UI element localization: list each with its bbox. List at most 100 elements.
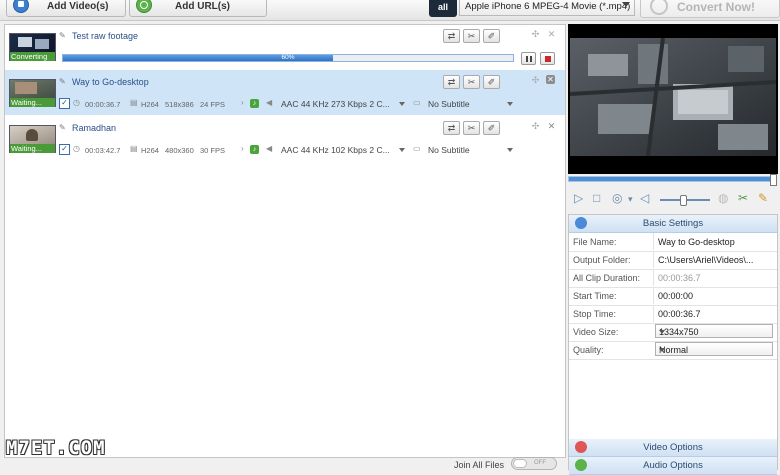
resolution: 480x360 bbox=[165, 146, 194, 155]
subtitle-select[interactable]: No Subtitle bbox=[428, 99, 470, 109]
audio-options-header[interactable]: Audio Options bbox=[569, 457, 777, 475]
effects-wand-icon[interactable]: ✐ bbox=[483, 75, 500, 89]
join-all-files-toggle[interactable]: OFF bbox=[511, 457, 557, 470]
file-row[interactable]: Waiting... ✎ Ramadhan ⇄ ✂ ✐ ✣ ✕ ✓ ◷ 00:0… bbox=[5, 116, 565, 161]
cut-icon[interactable]: ✂ bbox=[738, 191, 748, 205]
start-time-field[interactable]: 00:00:00 bbox=[653, 287, 775, 304]
subtitle-icon: ▭ bbox=[413, 98, 421, 107]
effects-wand-icon[interactable]: ✐ bbox=[483, 121, 500, 135]
add-urls-button[interactable]: Add URL(s) bbox=[129, 0, 267, 17]
speaker-icon: ◀ bbox=[266, 98, 273, 107]
video-codec: H264 bbox=[141, 146, 159, 155]
wrench-icon[interactable]: ✎ bbox=[758, 191, 768, 205]
file-list: Converting ✎ Test raw footage ⇄ ✂ ✐ ✣ ✕ … bbox=[4, 24, 566, 458]
stop-button[interactable] bbox=[540, 52, 555, 65]
effects-wand-icon[interactable]: ✐ bbox=[483, 29, 500, 43]
seek-handle[interactable] bbox=[770, 174, 777, 186]
output-folder-field[interactable]: C:\Users\Ariel\Videos\... bbox=[653, 251, 775, 268]
video-size-select[interactable]: 1334x750 bbox=[655, 324, 773, 338]
snapshot-icon[interactable]: ◎ bbox=[612, 191, 622, 205]
basic-settings-header[interactable]: Basic Settings bbox=[569, 215, 777, 233]
setting-row: Video Size: 1334x750 bbox=[569, 323, 777, 342]
convert-settings-icon[interactable]: ⇄ bbox=[443, 75, 460, 89]
add-videos-button[interactable]: Add Video(s) bbox=[6, 0, 126, 17]
scissors-icon[interactable]: ✂ bbox=[463, 29, 480, 43]
add-video-icon bbox=[13, 0, 29, 13]
chevron-down-icon[interactable]: ▾ bbox=[628, 194, 633, 205]
clock-icon: ◷ bbox=[73, 98, 80, 107]
setting-value: Way to Go-desktop bbox=[658, 237, 735, 247]
seek-bar[interactable] bbox=[568, 174, 777, 186]
close-icon[interactable]: ✕ bbox=[546, 75, 555, 84]
file-name-field[interactable]: Way to Go-desktop bbox=[653, 233, 775, 250]
progress-percent: 60% bbox=[281, 54, 295, 61]
arrow-right-icon: › bbox=[241, 98, 244, 107]
close-icon[interactable]: ✕ bbox=[547, 30, 556, 39]
file-name[interactable]: Test raw footage bbox=[72, 31, 138, 41]
seek-fill bbox=[569, 177, 775, 181]
conversion-progress-bar: 60% bbox=[62, 54, 514, 62]
rename-pencil-icon[interactable]: ✎ bbox=[59, 78, 66, 86]
setting-row: Stop Time: 00:00:36.7 bbox=[569, 305, 777, 324]
file-name[interactable]: Ramadhan bbox=[72, 123, 116, 133]
join-all-files-label: Join All Files bbox=[454, 460, 505, 470]
chevron-down-icon bbox=[659, 330, 665, 334]
include-checkbox[interactable]: ✓ bbox=[59, 98, 70, 109]
video-thumbnail: Converting bbox=[9, 33, 56, 61]
file-row[interactable]: Converting ✎ Test raw footage ⇄ ✂ ✐ ✣ ✕ … bbox=[5, 25, 565, 69]
pause-button[interactable] bbox=[521, 52, 536, 65]
subtitle-icon: ▭ bbox=[413, 144, 421, 153]
subtitle-select[interactable]: No Subtitle bbox=[428, 145, 470, 155]
file-name[interactable]: Way to Go-desktop bbox=[72, 77, 149, 87]
close-icon[interactable]: ✕ bbox=[547, 122, 556, 131]
audio-track-select[interactable]: AAC 44 KHz 273 Kbps 2 C... bbox=[281, 99, 390, 109]
chevron-down-icon[interactable] bbox=[399, 102, 405, 106]
play-icon[interactable]: ▷ bbox=[574, 191, 583, 205]
volume-icon[interactable]: ◁ bbox=[640, 191, 649, 205]
toggle-knob bbox=[513, 459, 527, 468]
scissors-icon[interactable]: ✂ bbox=[463, 75, 480, 89]
preview-frame bbox=[568, 24, 778, 174]
convert-settings-icon[interactable]: ⇄ bbox=[443, 29, 460, 43]
options-icon[interactable]: ✣ bbox=[531, 122, 540, 131]
audio-track-select[interactable]: AAC 44 KHz 102 Kbps 2 C... bbox=[281, 145, 390, 155]
convert-now-label: Convert Now! bbox=[677, 0, 755, 14]
setting-label: Quality: bbox=[573, 345, 604, 355]
clock-icon: ◷ bbox=[73, 144, 80, 153]
rename-pencil-icon[interactable]: ✎ bbox=[59, 124, 66, 132]
volume-handle[interactable] bbox=[680, 195, 687, 206]
quality-select[interactable]: Normal bbox=[655, 342, 773, 356]
include-checkbox[interactable]: ✓ bbox=[59, 144, 70, 155]
options-icon[interactable]: ✣ bbox=[531, 76, 540, 85]
stop-icon[interactable]: □ bbox=[593, 191, 600, 205]
setting-label: All Clip Duration: bbox=[573, 273, 641, 283]
options-icon[interactable]: ✣ bbox=[531, 30, 540, 39]
output-format-select[interactable]: Apple iPhone 6 MPEG-4 Movie (*.mp4) bbox=[459, 0, 635, 16]
settings-panel: Basic Settings File Name: Way to Go-desk… bbox=[568, 214, 778, 475]
video-preview[interactable] bbox=[568, 24, 778, 174]
convert-now-button[interactable]: Convert Now! bbox=[640, 0, 780, 18]
stop-time-field[interactable]: 00:00:36.7 bbox=[653, 305, 775, 322]
rename-pencil-icon[interactable]: ✎ bbox=[59, 32, 66, 40]
chevron-down-icon[interactable] bbox=[507, 148, 513, 152]
chevron-down-icon[interactable] bbox=[399, 148, 405, 152]
setting-value: C:\Users\Ariel\Videos\... bbox=[658, 255, 754, 265]
video-options-header[interactable]: Video Options bbox=[569, 439, 777, 457]
duration: 00:00:36.7 bbox=[85, 100, 121, 109]
format-device-icon[interactable]: all bbox=[429, 0, 457, 17]
chevron-down-icon[interactable] bbox=[507, 102, 513, 106]
camera-icon[interactable]: ◍ bbox=[718, 191, 728, 205]
setting-label: Stop Time: bbox=[573, 309, 617, 319]
convert-icon bbox=[650, 0, 668, 15]
setting-label: Video Size: bbox=[573, 327, 619, 337]
convert-settings-icon[interactable]: ⇄ bbox=[443, 121, 460, 135]
speaker-icon: ◀ bbox=[266, 144, 273, 153]
add-url-icon bbox=[136, 0, 152, 13]
chevron-down-icon bbox=[622, 2, 630, 7]
file-row[interactable]: Waiting... ✎ Way to Go-desktop ⇄ ✂ ✐ ✣ ✕… bbox=[5, 70, 565, 115]
setting-row: Quality: Normal bbox=[569, 341, 777, 360]
film-strip-icon: ▤ bbox=[130, 144, 138, 153]
audio-track-icon: ♪ bbox=[250, 145, 259, 154]
status-badge: Waiting... bbox=[10, 98, 55, 107]
scissors-icon[interactable]: ✂ bbox=[463, 121, 480, 135]
